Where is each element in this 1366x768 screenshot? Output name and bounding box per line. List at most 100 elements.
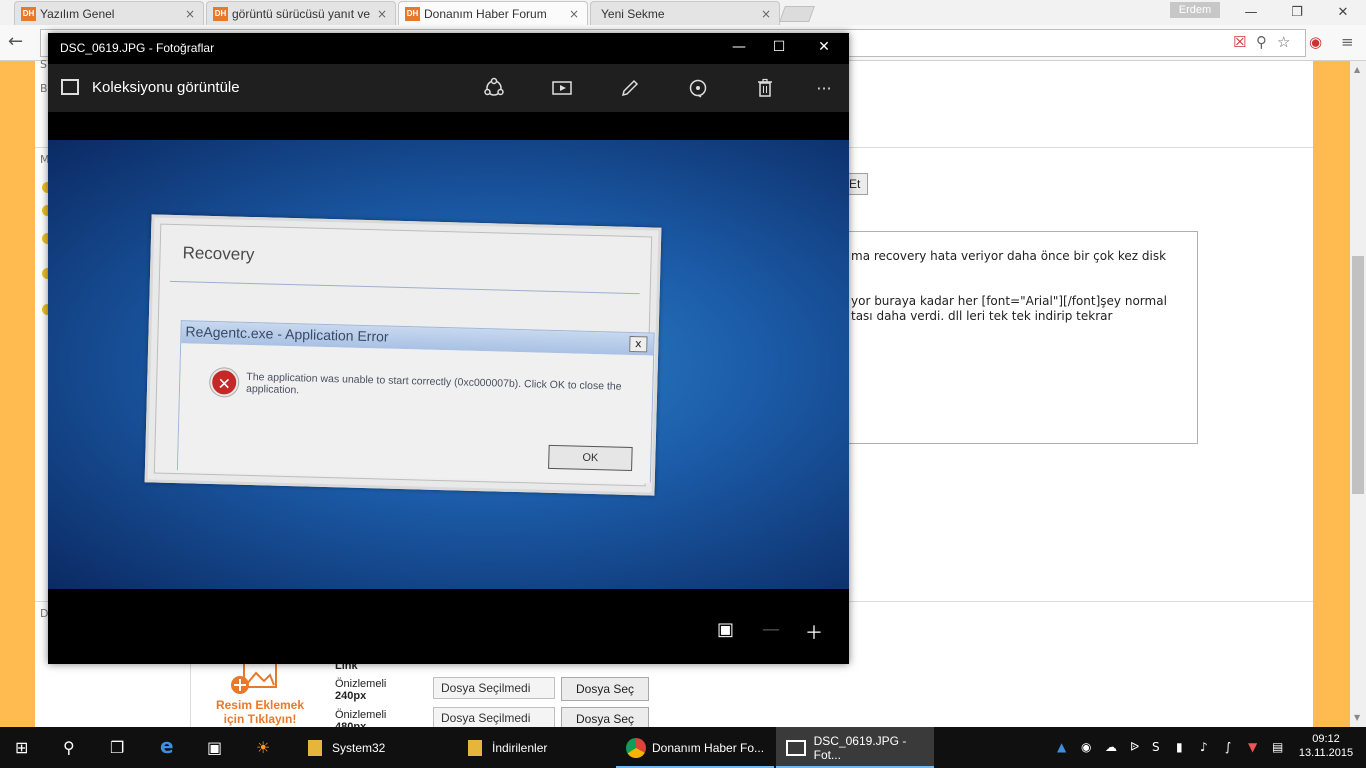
scroll-up-icon[interactable]: ▲ [1354, 65, 1360, 74]
restore-icon[interactable]: ❐ [1274, 0, 1320, 25]
taskbar-app-label: DSC_0619.JPG - Fot... [813, 733, 907, 762]
tab-goruntu-surucusu[interactable]: DH görüntü sürücüsü yanıt ve × [206, 1, 396, 25]
taskbar-app-label: Donanım Haber Fo... [652, 740, 765, 755]
add-image-icon[interactable] [230, 661, 280, 697]
photos-command-bar: Koleksiyonu görüntüle ··· [48, 64, 849, 112]
onedrive-icon[interactable]: ☁ [1105, 740, 1117, 754]
taskbar-app-photos[interactable]: DSC_0619.JPG - Fot... [776, 727, 934, 768]
upload-cta[interactable]: Resim Eklemek için Tıklayın! [210, 698, 310, 726]
side-label: B [40, 82, 48, 95]
recovery-divider [169, 280, 640, 295]
bookmark-star-icon[interactable]: ☆ [1277, 33, 1290, 51]
windows-taskbar: ⊞ ⚲ ❐ e ▣ ☀ System32 İndirilenler Donanı… [0, 727, 1366, 768]
recovery-title: Recovery [182, 243, 255, 265]
zoom-in-icon[interactable]: ＋ [805, 619, 823, 645]
dh-favicon-icon: DH [213, 6, 228, 21]
preview-label: Önizlemeli [335, 709, 387, 721]
edit-pencil-icon[interactable] [616, 74, 644, 102]
tab-close-icon[interactable]: × [759, 7, 773, 21]
preview-size: 240px [335, 690, 367, 702]
action-center-icon[interactable]: ▤ [1272, 740, 1283, 754]
dh-favicon-icon: DH [21, 6, 36, 21]
photo-recovery-window: Recovery ReAgentc.exe - Application Erro… [144, 214, 662, 496]
file-field: Dosya Seçilmedi [433, 707, 555, 729]
battery-icon[interactable]: ▮ [1176, 740, 1183, 754]
chrome-icon [626, 737, 646, 758]
collection-icon[interactable] [61, 79, 79, 95]
tab-close-icon[interactable]: × [375, 7, 389, 21]
browser-tab-strip: DH Yazılım Genel × DH görüntü sürücüsü y… [0, 0, 1366, 25]
photo-recovery-inner: Recovery ReAgentc.exe - Application Erro… [153, 223, 655, 487]
photo-canvas: Recovery ReAgentc.exe - Application Erro… [48, 140, 849, 589]
tab-close-icon[interactable]: × [567, 7, 581, 21]
search-icon[interactable]: ⚲ [63, 738, 75, 757]
zoom-out-icon[interactable]: — [762, 619, 780, 640]
more-options-icon[interactable]: ··· [810, 74, 838, 102]
wifi-icon[interactable]: ∫ [1225, 740, 1231, 754]
tab-close-icon[interactable]: × [183, 7, 197, 21]
minimize-icon[interactable]: — [729, 39, 749, 55]
preview-label: Önizlemeli [335, 678, 387, 690]
tray-network-share-icon[interactable]: ◉ [1081, 740, 1091, 754]
task-view-icon[interactable]: ❐ [110, 738, 124, 757]
photos-title-bar: DSC_0619.JPG - Fotoğraflar — ☐ ✕ [48, 33, 849, 64]
back-arrow-icon[interactable]: ← [8, 31, 23, 52]
store-icon[interactable]: ▣ [207, 738, 222, 757]
fit-to-window-icon[interactable]: ▣ [717, 619, 734, 640]
error-close-icon: x [629, 335, 648, 353]
window-title: DSC_0619.JPG - Fotoğraflar [60, 41, 215, 55]
adblock-extension-icon[interactable]: ◉ [1309, 33, 1322, 51]
page-scrollbar[interactable]: ▲ ▼ [1350, 61, 1366, 727]
tab-label: Yazılım Genel [40, 6, 115, 21]
tab-yazilim-genel[interactable]: DH Yazılım Genel × [14, 1, 204, 25]
text-line: ma recovery hata veriyor daha önce bir ç… [851, 249, 1167, 263]
tab-label: Yeni Sekme [601, 6, 665, 21]
file-field: Dosya Seçilmedi [433, 677, 555, 699]
page-right-border [1313, 61, 1350, 727]
edge-browser-icon[interactable]: e [160, 734, 174, 758]
page-left-border [0, 61, 35, 727]
tab-label: görüntü sürücüsü yanıt ve [232, 6, 371, 21]
zoom-icon[interactable]: ⚲ [1256, 33, 1267, 51]
profile-user-badge[interactable]: Erdem [1170, 2, 1220, 18]
view-collection-link[interactable]: Koleksiyonu görüntüle [92, 79, 240, 96]
app-sun-icon[interactable]: ☀ [256, 738, 270, 757]
clock-date: 13.11.2015 [1298, 747, 1354, 759]
tray-s-icon[interactable]: S [1152, 740, 1160, 754]
tab-donanim-haber-forum[interactable]: DH Donanım Haber Forum × [398, 1, 588, 25]
menu-icon[interactable]: ≡ [1341, 33, 1354, 51]
windows-start-icon[interactable]: ⊞ [15, 738, 28, 757]
taskbar-clock[interactable]: 09:12 13.11.2015 [1296, 732, 1356, 760]
scroll-down-icon[interactable]: ▼ [1354, 713, 1360, 722]
text-line: yor buraya kadar her [font="Arial"][/fon… [851, 294, 1167, 308]
volume-icon[interactable]: ♪ [1200, 740, 1208, 754]
clock-time: 09:12 [1312, 733, 1340, 745]
ok-button: OK [548, 444, 633, 472]
taskbar-app-chrome[interactable]: Donanım Haber Fo... [616, 727, 774, 768]
share-icon[interactable] [480, 74, 508, 102]
tab-yeni-sekme[interactable]: Yeni Sekme × [590, 1, 780, 25]
dh-favicon-icon: DH [405, 6, 420, 21]
rotate-icon[interactable] [684, 74, 712, 102]
bluetooth-icon[interactable]: ᐉ [1130, 740, 1139, 754]
taskbar-app-label: İndirilenler [492, 740, 548, 755]
scrollbar-thumb[interactable] [1352, 256, 1364, 494]
choose-file-button[interactable]: Dosya Seç [561, 677, 649, 701]
tab-label: Donanım Haber Forum [424, 6, 547, 21]
reply-textarea[interactable]: ma recovery hata veriyor daha önce bir ç… [838, 231, 1198, 444]
error-title: ReAgentc.exe - Application Error [185, 323, 389, 345]
speaker-muted-icon[interactable]: ▼ [1248, 740, 1257, 754]
close-icon[interactable]: ✕ [1320, 0, 1366, 25]
taskbar-app-indirilenler[interactable]: İndirilenler [456, 727, 604, 768]
blocked-popup-icon[interactable]: ☒ [1233, 33, 1246, 51]
side-label: S [40, 58, 47, 71]
error-message: The application was unable to start corr… [245, 370, 622, 397]
minimize-icon[interactable]: — [1228, 0, 1274, 25]
slideshow-icon[interactable] [548, 74, 576, 102]
tray-app-icon[interactable]: ▲ [1057, 740, 1066, 754]
close-icon[interactable]: ✕ [814, 39, 834, 55]
new-tab-button[interactable] [779, 6, 815, 22]
delete-trash-icon[interactable] [751, 74, 779, 102]
maximize-icon[interactable]: ☐ [769, 39, 789, 55]
taskbar-app-system32[interactable]: System32 [296, 727, 444, 768]
